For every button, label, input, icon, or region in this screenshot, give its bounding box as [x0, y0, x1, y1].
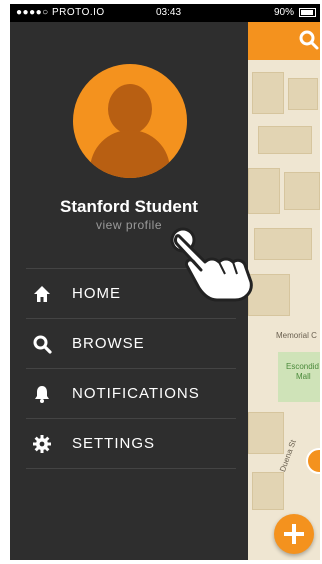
map-building — [252, 472, 284, 510]
avatar-body — [90, 130, 170, 178]
menu-label-home: HOME — [72, 285, 121, 302]
search-icon — [33, 335, 52, 354]
battery-level: 90% — [273, 7, 294, 18]
map-label-memorial: Memorial C — [276, 331, 317, 340]
map-header — [248, 22, 320, 60]
gear-icon — [33, 434, 51, 453]
bell-icon — [35, 385, 49, 403]
phone-screen: ●●●●○ PROTO.IO 03:43 90% Memorial C Esco… — [10, 4, 320, 560]
tap-hand-icon — [170, 227, 253, 302]
menu-item-settings[interactable]: SETTINGS — [26, 418, 236, 469]
map-view[interactable]: Memorial C Escondid Mall Duena St — [248, 22, 320, 560]
avatar[interactable] — [73, 64, 187, 178]
menu-item-browse[interactable]: BROWSE — [26, 318, 236, 368]
menu-item-notifications[interactable]: NOTIFICATIONS — [26, 368, 236, 418]
home-icon — [34, 285, 50, 302]
avatar-head — [108, 84, 152, 134]
map-label-escondido: Escondid — [286, 362, 319, 371]
status-time: 03:43 — [156, 7, 182, 18]
search-icon[interactable] — [298, 29, 320, 51]
map-building — [248, 168, 280, 214]
map-building — [284, 172, 320, 210]
menu-label-settings: SETTINGS — [72, 435, 156, 452]
add-button[interactable] — [274, 514, 314, 554]
profile-name: Stanford Student — [60, 197, 198, 216]
status-bar: ●●●●○ PROTO.IO 03:43 90% — [10, 4, 320, 22]
battery-icon — [299, 8, 316, 17]
map-label-mall: Mall — [296, 372, 311, 381]
map-building — [254, 228, 312, 260]
map-building — [248, 412, 284, 454]
carrier-signal: ●●●●○ PROTO.IO — [16, 7, 105, 18]
menu-label-browse: BROWSE — [72, 335, 145, 352]
map-building — [252, 72, 284, 114]
map-building — [258, 126, 312, 154]
map-building — [288, 78, 318, 110]
menu-label-notifications: NOTIFICATIONS — [72, 385, 200, 402]
